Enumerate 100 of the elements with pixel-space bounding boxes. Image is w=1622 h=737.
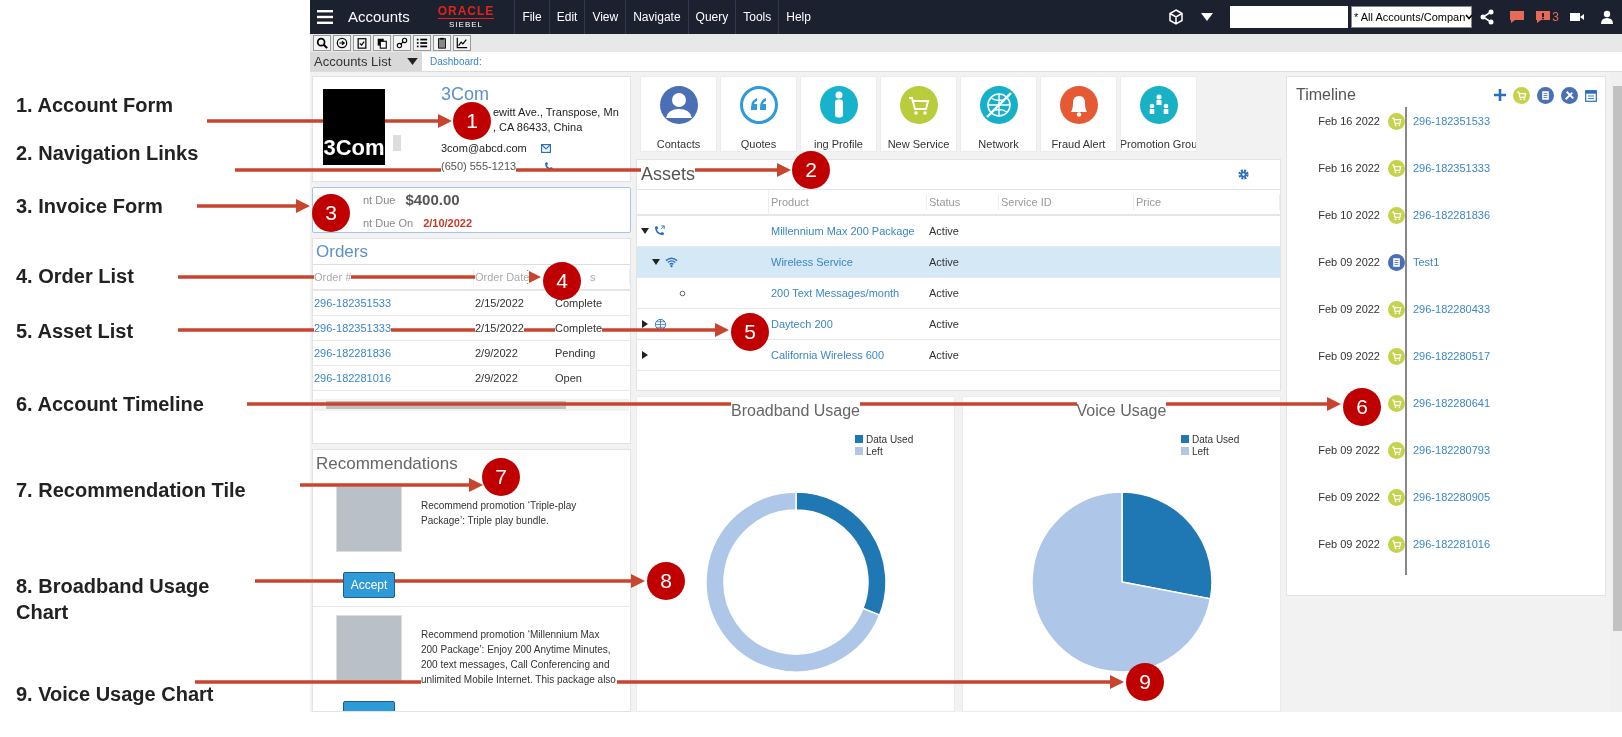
document-icon bbox=[1388, 254, 1405, 271]
table-cell: 2/15/2022 bbox=[475, 296, 524, 309]
navigation-tile[interactable]: Fraud Alert bbox=[1040, 76, 1117, 152]
product-link[interactable]: Daytech 200 bbox=[769, 315, 927, 333]
callout-label: 5. Asset List bbox=[16, 319, 135, 344]
address-line: ewitt Ave., Transpose, Mn bbox=[493, 106, 619, 118]
order-link[interactable]: 296-182281836 bbox=[314, 346, 392, 359]
callout-label: 9. Voice Usage Chart bbox=[16, 682, 215, 707]
caret-icon[interactable] bbox=[1201, 13, 1213, 21]
expand-caret-icon[interactable] bbox=[641, 351, 649, 359]
table-cell: 2/15/2022 bbox=[475, 321, 524, 334]
chat-icon[interactable] bbox=[1509, 9, 1525, 25]
cart-icon bbox=[1388, 113, 1405, 130]
collapse-caret-icon[interactable] bbox=[641, 227, 649, 235]
add-icon[interactable] bbox=[1494, 89, 1506, 101]
document-icon[interactable] bbox=[1537, 86, 1554, 104]
tools-icon[interactable] bbox=[1561, 86, 1578, 104]
phone-icon bbox=[654, 224, 667, 238]
navigation-tile[interactable]: New Service bbox=[880, 76, 957, 152]
cart-icon bbox=[1388, 160, 1405, 177]
timeline-link[interactable]: 296-182351533 bbox=[1413, 113, 1491, 130]
user-icon[interactable] bbox=[1599, 9, 1615, 25]
product-link[interactable]: Wireless Service bbox=[769, 253, 927, 271]
navigation-tile[interactable]: ing Profile bbox=[800, 76, 877, 152]
timeline-link[interactable]: 296-182280517 bbox=[1413, 348, 1491, 365]
clipboard-icon[interactable] bbox=[433, 35, 451, 51]
timeline-link[interactable]: 296-182280433 bbox=[1413, 301, 1491, 318]
cart-icon bbox=[1388, 442, 1405, 459]
share-icon[interactable] bbox=[1479, 9, 1495, 25]
product-link[interactable]: 200 Text Messages/month bbox=[769, 284, 927, 302]
timeline-link[interactable]: 296-182280905 bbox=[1413, 489, 1491, 506]
timeline-link[interactable]: 296-182351333 bbox=[1413, 160, 1491, 177]
menu-icon[interactable] bbox=[317, 10, 333, 24]
arrow-circle-icon[interactable] bbox=[333, 35, 351, 51]
due-date-value: 2/10/2022 bbox=[423, 215, 473, 231]
timeline-date: Feb 09 2022 bbox=[1318, 302, 1380, 318]
globe-icon bbox=[654, 317, 667, 331]
address-line: , CA 86433, China bbox=[493, 121, 583, 133]
table-cell-text: Active bbox=[928, 316, 960, 332]
account-name-link[interactable]: 3Com bbox=[441, 83, 619, 105]
scope-dropdown[interactable]: * All Accounts/Compan bbox=[1351, 6, 1472, 28]
callout-label: 1. Account Form bbox=[16, 93, 175, 118]
product-link[interactable]: Millennium Max 200 Package bbox=[769, 222, 927, 240]
timeline-link[interactable]: 296-182281016 bbox=[1413, 536, 1491, 553]
timeline-link[interactable]: Test1 bbox=[1413, 254, 1440, 271]
calendar-icon[interactable] bbox=[1585, 88, 1597, 102]
cart-icon bbox=[1388, 536, 1405, 553]
column-header: Price bbox=[1134, 193, 1280, 211]
accept-button[interactable]: Accept bbox=[343, 572, 395, 598]
company-logo: 3Com bbox=[323, 89, 385, 165]
dashboard-link[interactable]: Dashboard: bbox=[430, 54, 482, 69]
navigation-tile[interactable]: Contacts bbox=[640, 76, 717, 152]
expand-caret-icon[interactable] bbox=[641, 320, 649, 328]
navigation-tile[interactable]: Network bbox=[960, 76, 1037, 152]
legend-label: Left bbox=[1192, 444, 1209, 459]
copy-icon[interactable] bbox=[373, 35, 391, 51]
wifi-icon bbox=[665, 255, 678, 269]
order-link[interactable]: 296-182281016 bbox=[314, 371, 392, 384]
search-icon[interactable] bbox=[313, 35, 331, 51]
cube-icon[interactable] bbox=[1168, 9, 1184, 25]
cart-icon bbox=[1388, 301, 1405, 318]
timeline-date: Feb 09 2022 bbox=[1318, 255, 1380, 271]
notification-count: 3 bbox=[1552, 9, 1559, 26]
due-date-label: nt Due On bbox=[363, 215, 414, 231]
cart-icon bbox=[1388, 207, 1405, 224]
table-cell: Complete bbox=[555, 321, 603, 334]
table-cell-text: Active bbox=[928, 285, 960, 301]
timeline-link[interactable]: 296-182281836 bbox=[1413, 207, 1491, 224]
callout-label: 7. Recommendation Tile bbox=[16, 478, 246, 503]
navigation-tile[interactable]: Promotion Grou bbox=[1120, 76, 1197, 152]
line-chart-icon[interactable] bbox=[453, 35, 471, 51]
table-cell: 2/9/2022 bbox=[475, 346, 518, 359]
view-selector[interactable]: Accounts List bbox=[310, 52, 422, 71]
order-link[interactable]: 296-182351533 bbox=[314, 296, 392, 309]
search-field[interactable] bbox=[1230, 6, 1348, 28]
section-title: Recommendations bbox=[315, 453, 459, 475]
product-link[interactable]: California Wireless 600 bbox=[769, 346, 927, 364]
clipboard-check-icon[interactable] bbox=[353, 35, 371, 51]
list-icon[interactable] bbox=[413, 35, 431, 51]
legend-label: Left bbox=[866, 444, 883, 459]
timeline-date: Feb 09 2022 bbox=[1318, 349, 1380, 365]
timeline-date: Feb 09 2022 bbox=[1318, 490, 1380, 506]
column-header: Status bbox=[927, 193, 999, 211]
callout-label: 4. Order List bbox=[16, 264, 135, 289]
app-title: Accounts bbox=[347, 6, 411, 27]
navigation-tile[interactable]: Quotes bbox=[720, 76, 797, 152]
timeline-date: Feb 09 2022 bbox=[1318, 537, 1380, 553]
oracle-siebel-logo: ORACLE SIEBEL bbox=[437, 5, 495, 29]
order-link[interactable]: 296-182351333 bbox=[314, 321, 392, 334]
collapse-caret-icon[interactable] bbox=[652, 258, 660, 266]
settings-icon[interactable] bbox=[1237, 168, 1250, 181]
mail-icon[interactable] bbox=[540, 143, 551, 153]
photo-placeholder bbox=[336, 486, 402, 552]
asset-row[interactable]: Wireless Service Active bbox=[637, 247, 1280, 278]
timeline-link[interactable]: 296-182280641 bbox=[1413, 395, 1491, 412]
timeline-link[interactable]: 296-182280793 bbox=[1413, 442, 1491, 459]
link-icon[interactable] bbox=[393, 35, 411, 51]
callout-label: 2. Navigation Links bbox=[16, 141, 200, 166]
table-cell: 2/9/2022 bbox=[475, 371, 518, 384]
alert-chat-icon[interactable] bbox=[1535, 9, 1552, 25]
